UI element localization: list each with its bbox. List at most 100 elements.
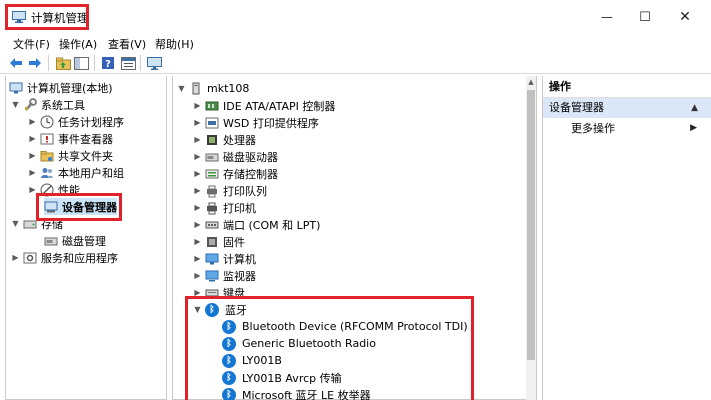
help-button[interactable]: ? bbox=[100, 55, 116, 71]
computer-management-icon bbox=[9, 81, 23, 95]
console-button[interactable] bbox=[146, 55, 162, 71]
properties-button[interactable] bbox=[120, 55, 136, 71]
chevron-right-icon[interactable]: ▶ bbox=[193, 169, 202, 178]
menu-view[interactable]: 查看(V) bbox=[108, 36, 146, 52]
toolbar: ? bbox=[0, 52, 711, 74]
chevron-right-icon[interactable]: ▶ bbox=[193, 254, 202, 263]
maximize-icon: ☐ bbox=[639, 9, 651, 25]
tree-label: 存储控制器 bbox=[223, 167, 278, 181]
tree-item-device-category[interactable]: ▶ 监视器 bbox=[193, 267, 256, 284]
properties-icon bbox=[120, 56, 136, 70]
bluetooth-highlight-box bbox=[185, 296, 474, 400]
toolbar-separator bbox=[94, 55, 95, 71]
svg-text:?: ? bbox=[105, 59, 111, 70]
clock-icon bbox=[40, 115, 54, 129]
title-highlight-box bbox=[5, 4, 89, 30]
tree-label: 任务计划程序 bbox=[58, 115, 124, 129]
menu-help[interactable]: 帮助(H) bbox=[155, 36, 194, 52]
tree-item-disk-management[interactable]: 磁盘管理 bbox=[44, 232, 106, 249]
chevron-right-icon[interactable]: ▶ bbox=[193, 118, 202, 127]
tree-item-device-category[interactable]: ▶ IDE ATA/ATAPI 控制器 bbox=[193, 97, 335, 114]
firmware-icon bbox=[205, 235, 219, 249]
help-icon: ? bbox=[102, 57, 114, 70]
tree-label: 磁盘驱动器 bbox=[223, 150, 278, 164]
forward-arrow-icon bbox=[29, 58, 41, 68]
tree-item-event-viewer[interactable]: ▶ 事件查看器 bbox=[28, 130, 113, 147]
menu-action[interactable]: 操作(A) bbox=[59, 36, 97, 52]
device-manager-highlight-box bbox=[36, 193, 122, 221]
chevron-right-icon[interactable]: ▶ bbox=[193, 135, 202, 144]
tree-item-device-category[interactable]: ▶ 端口 (COM 和 LPT) bbox=[193, 216, 320, 233]
tree-item-computer-management-root[interactable]: 计算机管理(本地) bbox=[9, 79, 113, 96]
maximize-button[interactable]: ☐ bbox=[628, 6, 662, 28]
chevron-right-icon[interactable]: ▶ bbox=[193, 220, 202, 229]
tree-item-device-category[interactable]: ▶ 打印机 bbox=[193, 199, 256, 216]
monitor-icon bbox=[205, 269, 219, 283]
actions-header: 操作 bbox=[543, 76, 711, 98]
up-folder-icon bbox=[55, 57, 71, 70]
actions-section-label: 设备管理器 bbox=[549, 101, 604, 114]
tree-label: IDE ATA/ATAPI 控制器 bbox=[223, 99, 336, 113]
tree-item-computer-root[interactable]: ▼ mkt108 bbox=[177, 80, 249, 97]
tree-label: 固件 bbox=[223, 235, 245, 249]
tree-item-task-scheduler[interactable]: ▶ 任务计划程序 bbox=[28, 113, 124, 130]
chevron-right-icon[interactable]: ▶ bbox=[28, 117, 37, 126]
more-actions-item[interactable]: 更多操作 bbox=[571, 120, 615, 138]
back-button[interactable] bbox=[8, 55, 24, 71]
tree-item-system-tools[interactable]: ▼ 系统工具 bbox=[11, 96, 85, 113]
close-button[interactable]: ✕ bbox=[668, 6, 702, 28]
computer-name: mkt108 bbox=[207, 82, 250, 95]
minimize-button[interactable]: — bbox=[590, 6, 624, 28]
actions-section-device-manager[interactable]: 设备管理器 ▲ bbox=[543, 98, 711, 118]
tree-item-services-apps[interactable]: ▶ 服务和应用程序 bbox=[11, 249, 118, 266]
chevron-right-icon[interactable]: ▶ bbox=[28, 134, 37, 143]
chevron-right-icon[interactable]: ▶ bbox=[193, 101, 202, 110]
console-icon bbox=[146, 56, 162, 70]
tree-item-device-category[interactable]: ▶ 计算机 bbox=[193, 250, 256, 267]
tree-item-device-category[interactable]: ▶ 打印队列 bbox=[193, 182, 267, 199]
tree-item-device-category[interactable]: ▶ 固件 bbox=[193, 233, 245, 250]
disk-drive-icon bbox=[205, 150, 219, 164]
minimize-icon: — bbox=[601, 10, 613, 24]
chevron-right-icon[interactable]: ▶ bbox=[193, 152, 202, 161]
tree-item-device-category[interactable]: ▶ 磁盘驱动器 bbox=[193, 148, 278, 165]
tree-item-device-category[interactable]: ▶ WSD 打印提供程序 bbox=[193, 114, 318, 131]
tree-label: 共享文件夹 bbox=[58, 149, 113, 163]
chevron-right-icon[interactable]: ▶ bbox=[690, 123, 697, 133]
tree-item-local-users[interactable]: ▶ 本地用户和组 bbox=[28, 164, 124, 181]
up-folder-button[interactable] bbox=[55, 55, 71, 71]
scroll-thumb[interactable] bbox=[527, 90, 535, 360]
tree-item-device-category[interactable]: ▶ 存储控制器 bbox=[193, 165, 278, 182]
chevron-right-icon[interactable]: ▶ bbox=[28, 168, 37, 177]
menu-file[interactable]: 文件(F) bbox=[13, 36, 50, 52]
chevron-down-icon[interactable]: ▼ bbox=[177, 84, 186, 93]
tree-label: 打印机 bbox=[223, 201, 256, 215]
chevron-right-icon[interactable]: ▶ bbox=[28, 151, 37, 160]
port-icon bbox=[205, 218, 219, 232]
chevron-right-icon[interactable]: ▶ bbox=[193, 186, 202, 195]
collapse-up-icon[interactable]: ▲ bbox=[691, 98, 698, 118]
forward-button[interactable] bbox=[27, 55, 43, 71]
scroll-up-icon[interactable]: ▲ bbox=[526, 76, 536, 88]
chevron-down-icon[interactable]: ▼ bbox=[11, 219, 20, 228]
title-bar: 计算机管理 — ☐ ✕ bbox=[0, 0, 711, 34]
tree-label: 事件查看器 bbox=[58, 132, 113, 146]
toolbar-separator bbox=[48, 55, 49, 71]
chevron-right-icon[interactable]: ▶ bbox=[193, 237, 202, 246]
navigation-tree-pane: 计算机管理(本地) ▼ 系统工具 ▶ 任务计划程序 ▶ 事件查看器 ▶ 共享文件… bbox=[5, 76, 167, 400]
show-hide-tree-button[interactable] bbox=[73, 55, 89, 71]
vertical-scrollbar[interactable]: ▲ bbox=[526, 76, 536, 400]
tree-item-device-category[interactable]: ▶ 处理器 bbox=[193, 131, 256, 148]
tree-label: 监视器 bbox=[223, 269, 256, 283]
chevron-down-icon[interactable]: ▼ bbox=[11, 100, 20, 109]
chevron-right-icon[interactable]: ▶ bbox=[193, 271, 202, 280]
tree-label: 服务和应用程序 bbox=[41, 251, 118, 265]
chevron-right-icon[interactable]: ▶ bbox=[193, 203, 202, 212]
tools-icon bbox=[23, 97, 37, 112]
tree-label: 本地用户和组 bbox=[58, 166, 124, 180]
users-icon bbox=[40, 166, 54, 180]
show-hide-tree-icon bbox=[73, 56, 89, 70]
services-icon bbox=[23, 251, 37, 265]
tree-item-shared-folders[interactable]: ▶ 共享文件夹 bbox=[28, 147, 113, 164]
chevron-right-icon[interactable]: ▶ bbox=[11, 253, 20, 262]
